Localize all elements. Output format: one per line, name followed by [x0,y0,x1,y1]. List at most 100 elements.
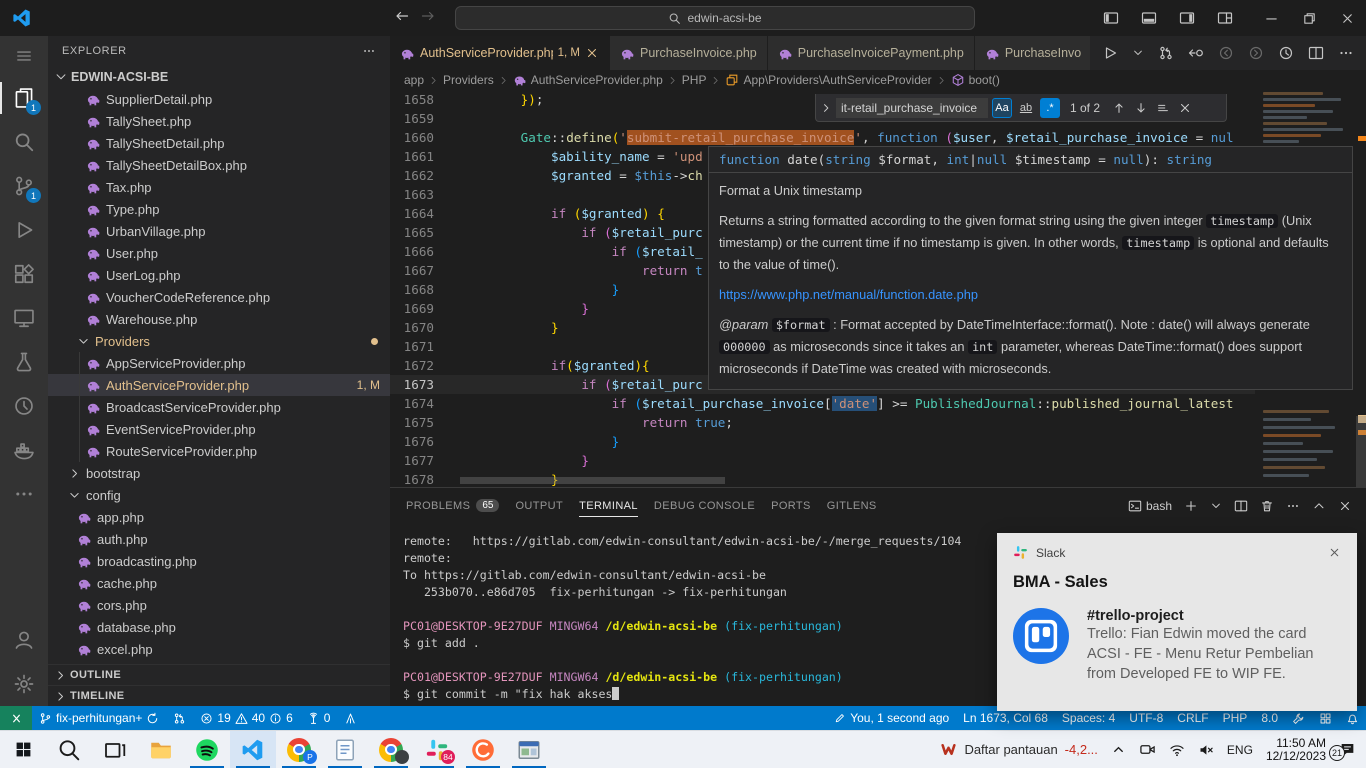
taskbar-chrome[interactable] [368,731,414,768]
taskbar-folder[interactable] [138,731,184,768]
tree-file[interactable]: auth.php [48,528,390,550]
tree-file[interactable]: Tax.php [48,176,390,198]
panel-tab[interactable]: DEBUG CONSOLE [654,488,755,523]
taskbar-postman[interactable] [460,731,506,768]
shell-selector[interactable]: bash [1128,499,1172,513]
taskbar-vscode[interactable] [230,731,276,768]
tray-clock[interactable]: 11:50 AM12/12/2023 [1266,737,1326,763]
activity-settings[interactable] [0,662,48,706]
tree-file[interactable]: Warehouse.php [48,308,390,330]
activity-testing[interactable] [0,340,48,384]
workspace-root[interactable]: EDWIN-ACSI-BE [48,66,390,88]
restore-button[interactable] [1290,0,1328,36]
layout-custom-button[interactable] [1206,0,1244,36]
taskbar-notepad[interactable] [322,731,368,768]
command-center-search[interactable]: edwin-acsi-be [455,6,975,30]
tree-file[interactable]: BroadcastServiceProvider.php [48,396,390,418]
branch-status[interactable]: fix-perhitungan+ [32,706,166,730]
tree-file[interactable]: cache.php [48,572,390,594]
breadcrumb[interactable]: appProvidersAuthServiceProvider.phpPHPAp… [390,70,1366,90]
editor-tab[interactable]: PurchaseInvoicePayment.php [768,36,975,70]
stock-widget[interactable]: Daftar pantauan-4,2... [940,741,1097,758]
history-button[interactable] [1278,45,1294,61]
tray-meet-now[interactable] [1139,741,1156,758]
tree-file[interactable]: User.php [48,242,390,264]
regex-toggle[interactable]: .* [1040,98,1060,118]
kill-terminal-button[interactable] [1260,499,1274,513]
chevron-down-button[interactable] [1132,47,1144,59]
new-terminal-button[interactable] [1184,499,1198,513]
remote-indicator[interactable] [0,706,32,730]
vertical-scrollbar[interactable] [1356,416,1366,487]
editor-tab[interactable]: PurchaseInvoi [975,36,1093,70]
terminal-dropdown-button[interactable] [1210,500,1222,512]
tree-file[interactable]: SupplierDetail.php [48,88,390,110]
split-editor-button[interactable] [1308,45,1324,61]
tree-file[interactable]: EventServiceProvider.php [48,418,390,440]
whole-word-toggle[interactable]: ab [1016,98,1036,118]
close-button[interactable] [1328,0,1366,36]
layout-panel-button[interactable] [1130,0,1168,36]
match-case-toggle[interactable]: Aa [992,98,1012,118]
find-close-button[interactable] [1176,98,1194,118]
tree-folder[interactable]: config [48,484,390,506]
find-input[interactable] [836,98,988,118]
tree-file[interactable]: TallySheetDetail.php [48,132,390,154]
tower-status[interactable]: 0 [300,706,338,730]
nav-forward-button[interactable] [420,8,436,24]
activity-gitlens[interactable] [0,384,48,428]
activity-source-control[interactable]: 1 [0,164,48,208]
gitlens-status[interactable] [337,706,364,730]
horizontal-scrollbar[interactable] [460,477,725,484]
taskbar-chrome[interactable]: P [276,731,322,768]
activity-more[interactable] [0,472,48,516]
taskbar-slack-logo[interactable]: 84 [414,731,460,768]
run-button[interactable] [1102,45,1118,61]
tray-notification-center[interactable]: 21 [1339,741,1356,758]
tray-show-hidden[interactable] [1111,742,1126,757]
taskbar-win-start[interactable] [0,731,46,768]
sidebar-section-timeline[interactable]: TIMELINE [48,685,390,706]
layout-sidebar-right-button[interactable] [1168,0,1206,36]
more-icon[interactable] [362,44,376,58]
tree-file[interactable]: excel.php [48,638,390,660]
activity-account[interactable] [0,618,48,662]
pull-request-button[interactable] [1158,45,1174,61]
nav-forward-button[interactable] [1248,45,1264,61]
maximize-panel-button[interactable] [1312,499,1326,513]
git-blame-status[interactable]: You, 1 second ago [827,706,956,730]
activity-files[interactable]: 1 [0,76,48,120]
taskbar-win-search[interactable] [46,731,92,768]
open-changes-button[interactable] [1188,45,1204,61]
minimize-button[interactable] [1252,0,1290,36]
activity-menu[interactable] [0,36,48,76]
activity-remote-explorer[interactable] [0,296,48,340]
tree-file[interactable]: Type.php [48,198,390,220]
panel-tab[interactable]: TERMINAL [579,488,638,523]
tree-file[interactable]: AppServiceProvider.php [48,352,390,374]
find-next-button[interactable] [1132,98,1150,118]
tree-file[interactable]: RouteServiceProvider.php [48,440,390,462]
tree-file[interactable]: cors.php [48,594,390,616]
chevron-right-icon[interactable] [820,102,832,114]
close-panel-button[interactable] [1338,499,1352,513]
layout-sidebar-left-button[interactable] [1092,0,1130,36]
tree-file[interactable]: database.php [48,616,390,638]
find-previous-button[interactable] [1110,98,1128,118]
toast-close-button[interactable] [1328,546,1341,559]
tree-file[interactable]: TallySheetDetailBox.php [48,154,390,176]
taskbar-spotify[interactable] [184,731,230,768]
activity-extensions[interactable] [0,252,48,296]
panel-tab[interactable]: PROBLEMS65 [406,488,499,523]
pull-request-status[interactable] [166,706,193,730]
more-button[interactable] [1338,45,1354,61]
panel-more-button[interactable] [1286,499,1300,513]
problems-status[interactable]: 19406 [193,706,299,730]
nav-back-button[interactable] [1218,45,1234,61]
editor-tab[interactable]: AuthServiceProvider.php1, M [390,36,610,70]
taskbar-app-window[interactable] [506,731,552,768]
taskbar-task-view[interactable] [92,731,138,768]
panel-tab[interactable]: PORTS [771,488,811,523]
editor-tab[interactable]: PurchaseInvoice.php [610,36,768,70]
tree-file[interactable]: AuthServiceProvider.php1, M [48,374,390,396]
